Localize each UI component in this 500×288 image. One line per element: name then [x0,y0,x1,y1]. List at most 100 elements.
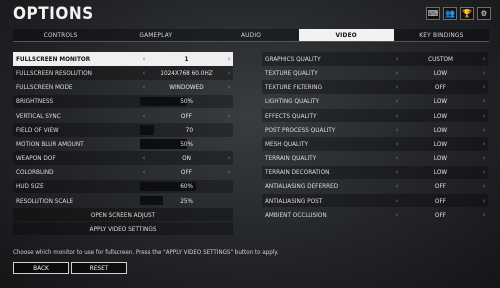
setting-row-weapon-dof[interactable]: WEAPON DOF ‹ ON › [13,151,233,165]
header-icons: ⌨ 👥 🏆 ⚙ [426,7,491,20]
setting-selector[interactable]: ‹ LOW › [393,109,488,123]
chevron-left-icon[interactable]: ‹ [393,69,401,77]
setting-selector[interactable]: ‹ LOW › [393,137,488,151]
trophy-icon[interactable]: 🏆 [460,7,474,20]
setting-selector[interactable]: ‹ 1 › [140,52,233,66]
setting-selector[interactable]: ‹ OFF › [393,208,488,222]
setting-row-graphics-quality[interactable]: GRAPHICS QUALITY ‹ CUSTOM › [262,52,488,66]
chevron-left-icon[interactable]: ‹ [393,211,401,219]
setting-row-fullscreen-resolution[interactable]: FULLSCREEN RESOLUTION ‹ 1024x768 60.0Hz › [13,66,233,80]
setting-label: RESOLUTION SCALE [16,196,74,205]
chevron-right-icon[interactable]: › [225,112,233,120]
chevron-left-icon[interactable]: ‹ [140,154,148,162]
setting-row-ambient-occlusion[interactable]: AMBIENT OCCLUSION ‹ OFF › [262,208,488,222]
setting-slider[interactable]: 25% [140,194,233,208]
setting-row-post-process-quality[interactable]: POST PROCESS QUALITY ‹ LOW › [262,123,488,137]
chevron-right-icon[interactable]: › [480,83,488,91]
chevron-right-icon[interactable]: › [480,168,488,176]
setting-value: CUSTOM [428,54,453,63]
setting-slider[interactable]: 50% [140,137,233,151]
chevron-right-icon[interactable]: › [225,83,233,91]
setting-selector[interactable]: ‹ WINDOWED › [140,80,233,94]
setting-selector[interactable]: ‹ LOW › [393,166,488,180]
chevron-left-icon[interactable]: ‹ [393,197,401,205]
setting-value: LOW [433,139,448,148]
setting-row-field-of-view[interactable]: FIELD OF VIEW 70 [13,122,233,137]
chevron-right-icon[interactable]: › [480,55,488,63]
chevron-right-icon[interactable]: › [480,211,488,219]
setting-row-fullscreen-monitor[interactable]: FULLSCREEN MONITOR ‹ 1 › [13,52,233,66]
setting-row-antialiasing-post[interactable]: ANTIALIASING POST ‹ OFF › [262,193,488,208]
chevron-right-icon[interactable]: › [480,140,488,148]
setting-row-colorblind[interactable]: COLORBLIND ‹ OFF › [13,166,233,180]
apply-video-settings-button[interactable]: APPLY VIDEO SETTINGS [13,222,233,236]
setting-row-terrain-quality[interactable]: TERRAIN QUALITY ‹ LOW › [262,151,488,165]
setting-selector[interactable]: ‹ LOW › [393,151,488,165]
settings-icon[interactable]: ⚙ [477,7,491,20]
chevron-left-icon[interactable]: ‹ [393,97,401,105]
open-screen-adjust-button[interactable]: OPEN SCREEN ADJUST [13,208,233,222]
tab-audio[interactable]: AUDIO [203,29,298,41]
setting-selector[interactable]: ‹ ON › [140,151,233,165]
setting-slider[interactable]: 60% [140,180,233,194]
setting-selector[interactable]: ‹ CUSTOM › [393,52,488,66]
chevron-left-icon[interactable]: ‹ [393,182,401,190]
setting-selector[interactable]: ‹ LOW › [393,123,488,137]
setting-selector[interactable]: ‹ OFF › [393,180,488,194]
tab-controls[interactable]: CONTROLS [13,29,108,41]
setting-row-effects-quality[interactable]: EFFECTS QUALITY ‹ LOW › [262,108,488,123]
setting-row-lighting-quality[interactable]: LIGHTING QUALITY ‹ LOW › [262,95,488,109]
chevron-left-icon[interactable]: ‹ [393,83,401,91]
setting-row-brightness[interactable]: BRIGHTNESS 50% [13,94,233,109]
chevron-left-icon[interactable]: ‹ [393,154,401,162]
setting-selector[interactable]: ‹ LOW › [393,66,488,80]
keyboard-icon[interactable]: ⌨ [426,7,440,20]
setting-row-texture-quality[interactable]: TEXTURE QUALITY ‹ LOW › [262,66,488,80]
chevron-right-icon[interactable]: › [480,197,488,205]
chevron-right-icon[interactable]: › [480,182,488,190]
setting-selector[interactable]: ‹ OFF › [393,194,488,208]
chevron-right-icon[interactable]: › [480,97,488,105]
chevron-left-icon[interactable]: ‹ [140,168,148,176]
chevron-right-icon[interactable]: › [480,112,488,120]
setting-row-antialiasing-deferred[interactable]: ANTIALIASING DEFERRED ‹ OFF › [262,180,488,194]
chevron-right-icon[interactable]: › [480,154,488,162]
page-title: OPTIONS [13,4,94,24]
setting-row-terrain-decoration[interactable]: TERRAIN DECORATION ‹ LOW › [262,165,488,180]
chevron-right-icon[interactable]: › [225,168,233,176]
chevron-left-icon[interactable]: ‹ [140,83,148,91]
setting-row-vertical-sync[interactable]: VERTICAL SYNC ‹ OFF › [13,109,233,123]
setting-row-hud-size[interactable]: HUD SIZE 60% [13,179,233,194]
chevron-left-icon[interactable]: ‹ [140,69,148,77]
reset-button[interactable]: RESET [71,262,127,274]
chevron-left-icon[interactable]: ‹ [140,55,148,63]
setting-selector[interactable]: ‹ LOW › [393,95,488,109]
chevron-left-icon[interactable]: ‹ [393,112,401,120]
back-button[interactable]: BACK [13,262,69,274]
chevron-right-icon[interactable]: › [225,69,233,77]
chevron-right-icon[interactable]: › [480,69,488,77]
tab-video[interactable]: VIDEO [298,29,394,41]
chevron-right-icon[interactable]: › [225,55,233,63]
setting-selector[interactable]: ‹ OFF › [140,109,233,123]
chevron-right-icon[interactable]: › [480,126,488,134]
setting-row-fullscreen-mode[interactable]: FULLSCREEN MODE ‹ WINDOWED › [13,80,233,94]
setting-slider[interactable]: 50% [140,95,233,109]
friends-icon[interactable]: 👥 [443,7,457,20]
setting-row-mesh-quality[interactable]: MESH QUALITY ‹ LOW › [262,137,488,151]
chevron-left-icon[interactable]: ‹ [140,112,148,120]
setting-row-resolution-scale[interactable]: RESOLUTION SCALE 25% [13,194,233,208]
tab-gameplay[interactable]: GAMEPLAY [108,29,203,41]
setting-row-motion-blur-amount[interactable]: MOTION BLUR AMOUNT 50% [13,137,233,151]
setting-selector[interactable]: ‹ 1024x768 60.0Hz › [140,66,233,80]
setting-selector[interactable]: ‹ OFF › [393,80,488,94]
tab-key-bindings[interactable]: KEY BINDINGS [394,29,489,41]
chevron-right-icon[interactable]: › [225,154,233,162]
setting-selector[interactable]: ‹ OFF › [140,166,233,180]
chevron-left-icon[interactable]: ‹ [393,55,401,63]
setting-slider[interactable]: 70 [140,123,233,137]
chevron-left-icon[interactable]: ‹ [393,140,401,148]
chevron-left-icon[interactable]: ‹ [393,126,401,134]
chevron-left-icon[interactable]: ‹ [393,168,401,176]
setting-row-texture-filtering[interactable]: TEXTURE FILTERING ‹ OFF › [262,80,488,94]
